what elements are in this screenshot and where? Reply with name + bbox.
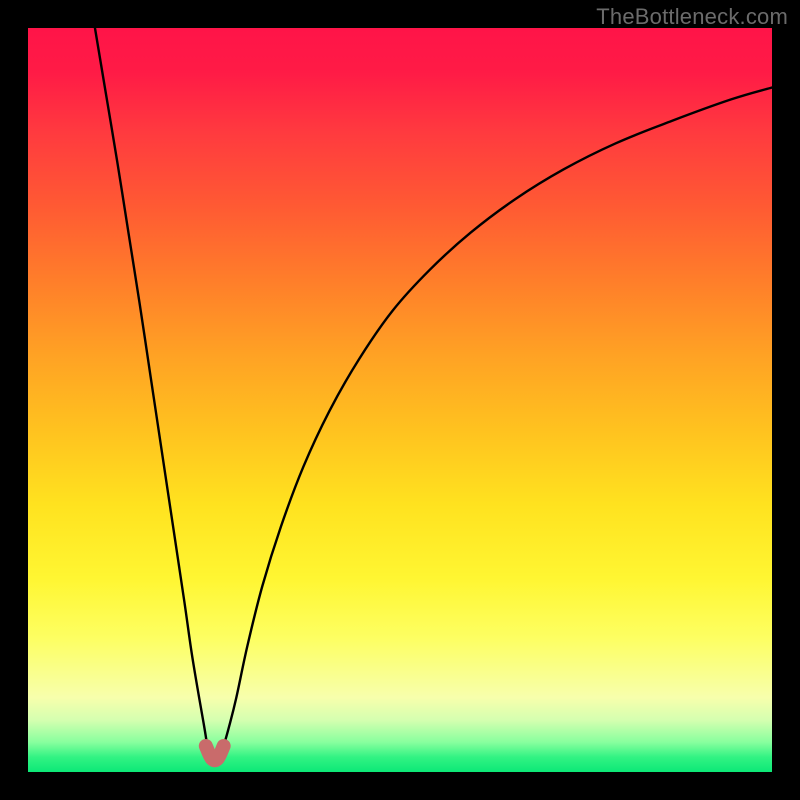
plot-area [28, 28, 772, 772]
watermark-text: TheBottleneck.com [596, 4, 788, 30]
curve-left-branch [95, 28, 207, 746]
bottleneck-curve-svg [28, 28, 772, 772]
optimum-marker [206, 746, 224, 760]
curve-right-branch [224, 88, 772, 746]
bottleneck-curve [95, 28, 772, 746]
chart-frame: TheBottleneck.com [0, 0, 800, 800]
